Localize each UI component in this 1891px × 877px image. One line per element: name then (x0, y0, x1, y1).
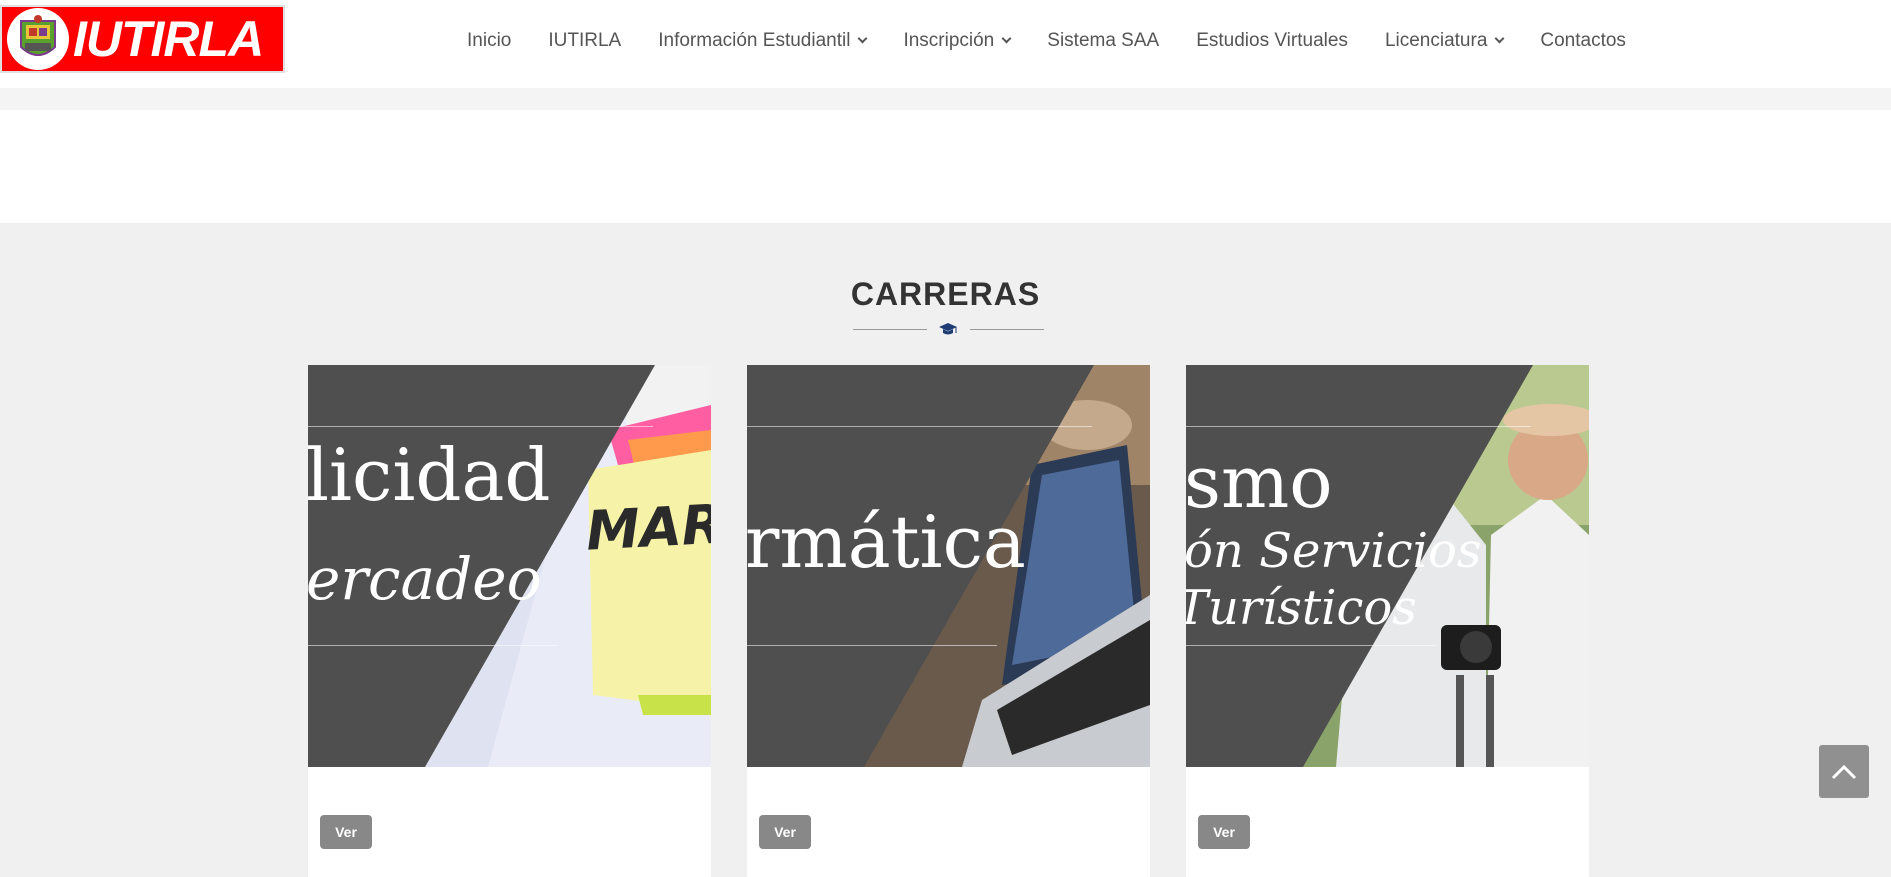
header-shadow-strip (0, 88, 1891, 110)
ver-button[interactable]: Ver (759, 815, 811, 849)
card-title-line: ón Servicios (1186, 523, 1482, 579)
career-card-turismo: smo ón Servicios Turísticos Ver (1186, 365, 1589, 877)
nav-item-sistema-saa[interactable]: Sistema SAA (1047, 30, 1159, 52)
nav-label: Inicio (467, 30, 512, 51)
nav-item-inscripcion[interactable]: Inscripción (903, 30, 1012, 52)
career-card-image[interactable]: rmática (747, 365, 1150, 767)
career-card-publicidad: licidad ercadeo MARK Ver (308, 365, 711, 877)
nav-label: Inscripción (903, 30, 995, 51)
card-title-line: smo (1186, 440, 1333, 524)
nav-label: Licenciatura (1384, 30, 1488, 51)
chevron-down-icon (1001, 33, 1012, 44)
sticky-note-text: MARK (584, 490, 711, 563)
chevron-down-icon (1494, 33, 1505, 44)
brand-name: IUTIRLA (73, 11, 264, 67)
scroll-to-top-button[interactable] (1819, 745, 1869, 798)
site-logo[interactable]: IUTIRLA (0, 5, 285, 73)
card-rule (1186, 426, 1531, 427)
chevron-down-icon (857, 33, 868, 44)
card-title-line: ercadeo (308, 545, 542, 613)
card-rule (308, 645, 558, 646)
divider-line-right (970, 329, 1044, 330)
nav-label: Estudios Virtuales (1196, 30, 1348, 51)
ver-button[interactable]: Ver (320, 815, 372, 849)
section-title: CARRERAS (850, 276, 1041, 312)
card-title-line: licidad (308, 433, 551, 517)
divider-line-left (853, 329, 927, 330)
ver-button[interactable]: Ver (1198, 815, 1250, 849)
nav-item-inicio[interactable]: Inicio (467, 30, 511, 52)
nav-item-licenciatura[interactable]: Licenciatura (1384, 30, 1505, 52)
card-rule (747, 645, 997, 646)
chevron-up-icon (1831, 764, 1857, 779)
nav-label: Contactos (1540, 30, 1626, 51)
content-band (0, 110, 1891, 223)
card-rule (1186, 645, 1436, 646)
nav-item-informacion-estudiantil[interactable]: Información Estudiantil (658, 30, 868, 52)
site-header: IUTIRLA Inicio IUTIRLA Información Estud… (0, 0, 1891, 88)
career-card-image[interactable]: smo ón Servicios Turísticos (1186, 365, 1589, 767)
nav-label: IUTIRLA (548, 30, 622, 51)
nav-item-iutirla[interactable]: IUTIRLA (548, 30, 621, 52)
main-nav: Inicio IUTIRLA Información Estudiantil I… (467, 30, 1626, 52)
nav-label: Información Estudiantil (658, 30, 851, 51)
nav-item-estudios-virtuales[interactable]: Estudios Virtuales (1196, 30, 1348, 52)
graduation-cap-icon (939, 323, 957, 335)
card-title-line: Turísticos (1186, 580, 1417, 636)
card-rule (308, 426, 653, 427)
career-card-informatica: rmática Ver (747, 365, 1150, 877)
nav-item-contactos[interactable]: Contactos (1540, 30, 1626, 52)
nav-label: Sistema SAA (1047, 30, 1160, 51)
career-card-image[interactable]: licidad ercadeo MARK (308, 365, 711, 767)
card-rule (747, 426, 1092, 427)
card-title-line: rmática (747, 500, 1026, 584)
emblem-icon (7, 8, 69, 70)
